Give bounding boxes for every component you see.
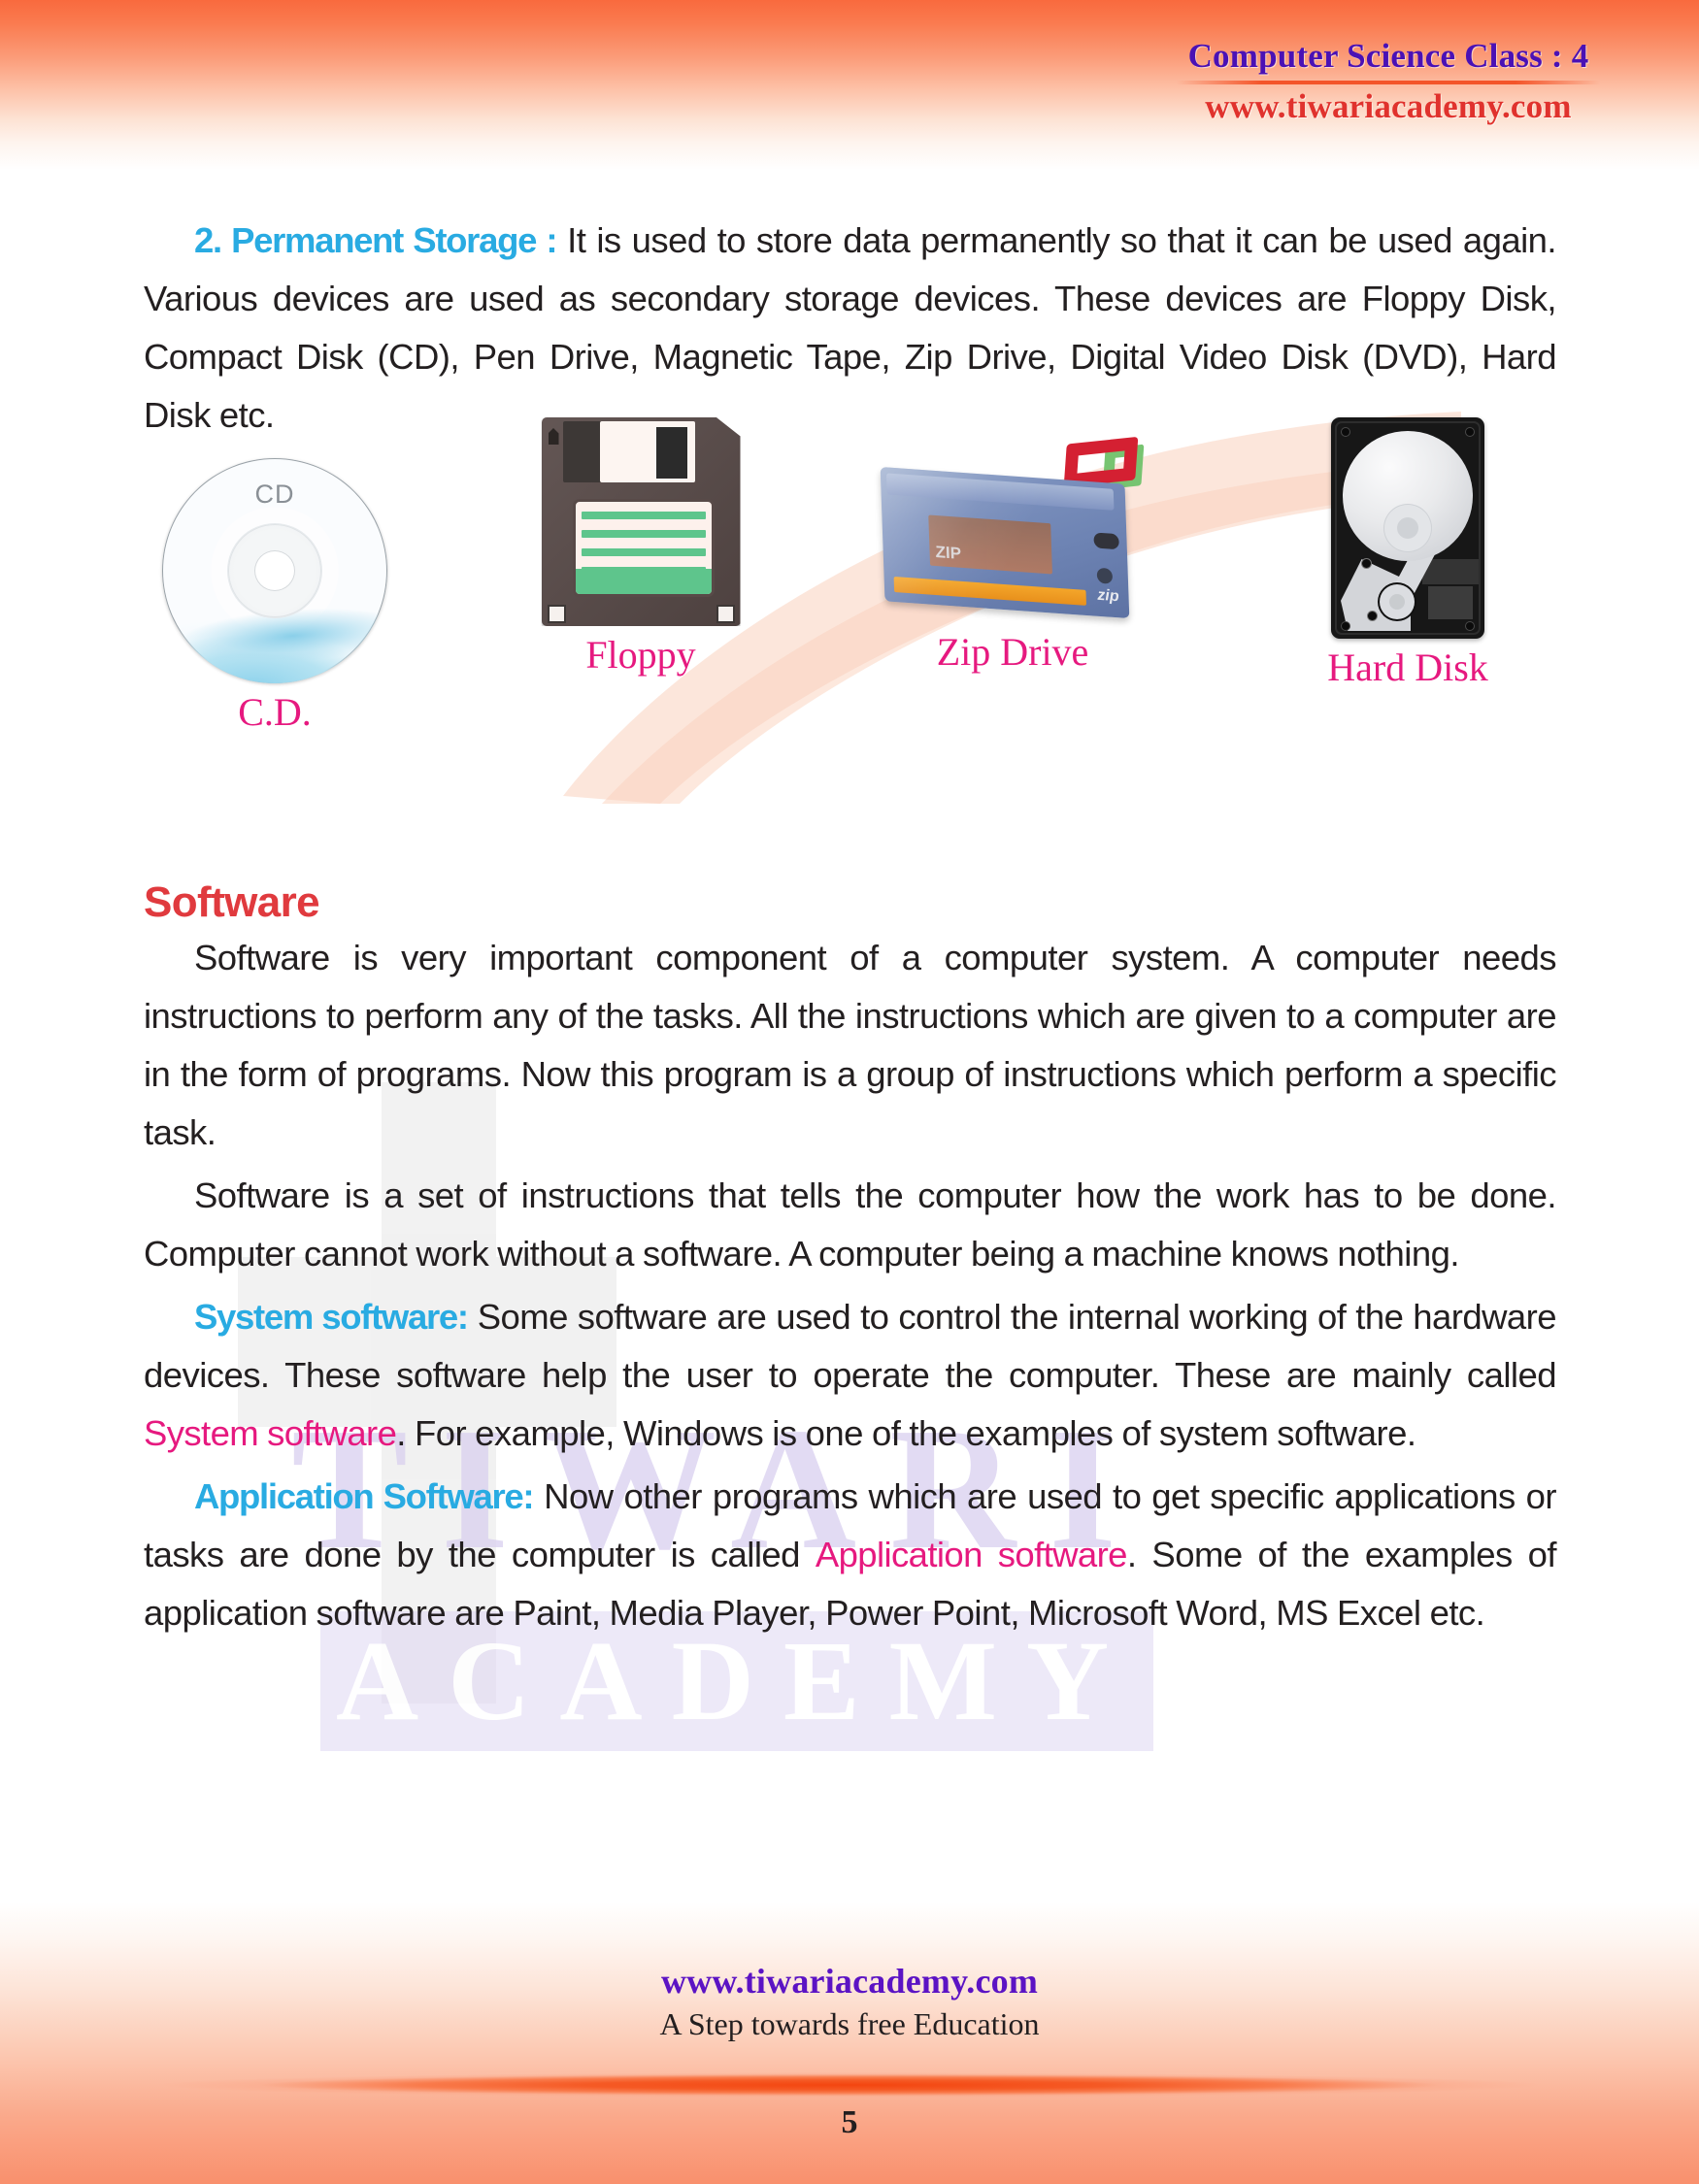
- figure-caption-cd: C.D.: [238, 690, 312, 734]
- footer-website-url[interactable]: www.tiwariacademy.com: [0, 1961, 1699, 2002]
- paragraph-permanent-storage: 2. Permanent Storage : It is used to sto…: [144, 212, 1557, 445]
- figure-hard-disk: Hard Disk: [1262, 417, 1553, 690]
- emphasis-system-software: System software: [144, 1413, 397, 1453]
- footer-tagline: A Step towards free Education: [659, 2006, 1040, 2041]
- hard-disk-icon: [1331, 417, 1484, 639]
- header-website-url[interactable]: www.tiwariacademy.com: [1165, 87, 1612, 126]
- label-application-software: Application Software:: [194, 1476, 535, 1516]
- figure-caption-hard-disk: Hard Disk: [1327, 645, 1488, 689]
- emphasis-application-software: Application software: [815, 1535, 1128, 1574]
- figure-caption-zip-drive: Zip Drive: [936, 630, 1089, 674]
- footer-lens-divider: [155, 2072, 1544, 2098]
- cd-disc-icon: CD: [162, 458, 387, 683]
- header-title: Computer Science Class : 4: [1187, 37, 1589, 75]
- zip-drive-icon: ZIP zip: [880, 436, 1145, 623]
- paragraph-system-software: System software: Some software are used …: [144, 1288, 1557, 1463]
- text-system-software-after: . For example, Windows is one of the exa…: [396, 1413, 1416, 1453]
- paragraph-software-2: Software is a set of instructions that t…: [144, 1167, 1557, 1283]
- header-divider: [1177, 81, 1600, 85]
- section-heading-software: Software: [144, 878, 320, 926]
- document-page: TIWARI ACADEMY Computer Science Class : …: [0, 0, 1699, 2184]
- figure-caption-floppy: Floppy: [585, 633, 696, 677]
- page-header: Computer Science Class : 4 www.tiwariaca…: [1165, 37, 1612, 127]
- bottom-gradient-band: [0, 1903, 1699, 2184]
- text-software-1: Software is very important component of …: [144, 938, 1557, 1152]
- figure-floppy: Floppy: [495, 417, 786, 678]
- figure-cd: CD C.D.: [144, 458, 406, 735]
- page-footer: www.tiwariacademy.com A Step towards fre…: [0, 1961, 1699, 2042]
- cd-disc-label: CD: [254, 480, 295, 509]
- label-system-software: System software:: [194, 1297, 469, 1337]
- paragraph-application-software: Application Software: Now other programs…: [144, 1468, 1557, 1642]
- text-software-2: Software is a set of instructions that t…: [144, 1175, 1557, 1274]
- floppy-disk-icon: [541, 417, 741, 626]
- paragraph-software-1: Software is very important component of …: [144, 929, 1557, 1162]
- figure-zip-drive: ZIP zip Zip Drive: [852, 436, 1173, 675]
- storage-devices-figure-row: CD C.D. Floppy Zip Drive Hard Disk: [144, 417, 1556, 825]
- page-number: 5: [841, 2104, 858, 2140]
- label-permanent-storage: 2. Permanent Storage :: [194, 220, 557, 260]
